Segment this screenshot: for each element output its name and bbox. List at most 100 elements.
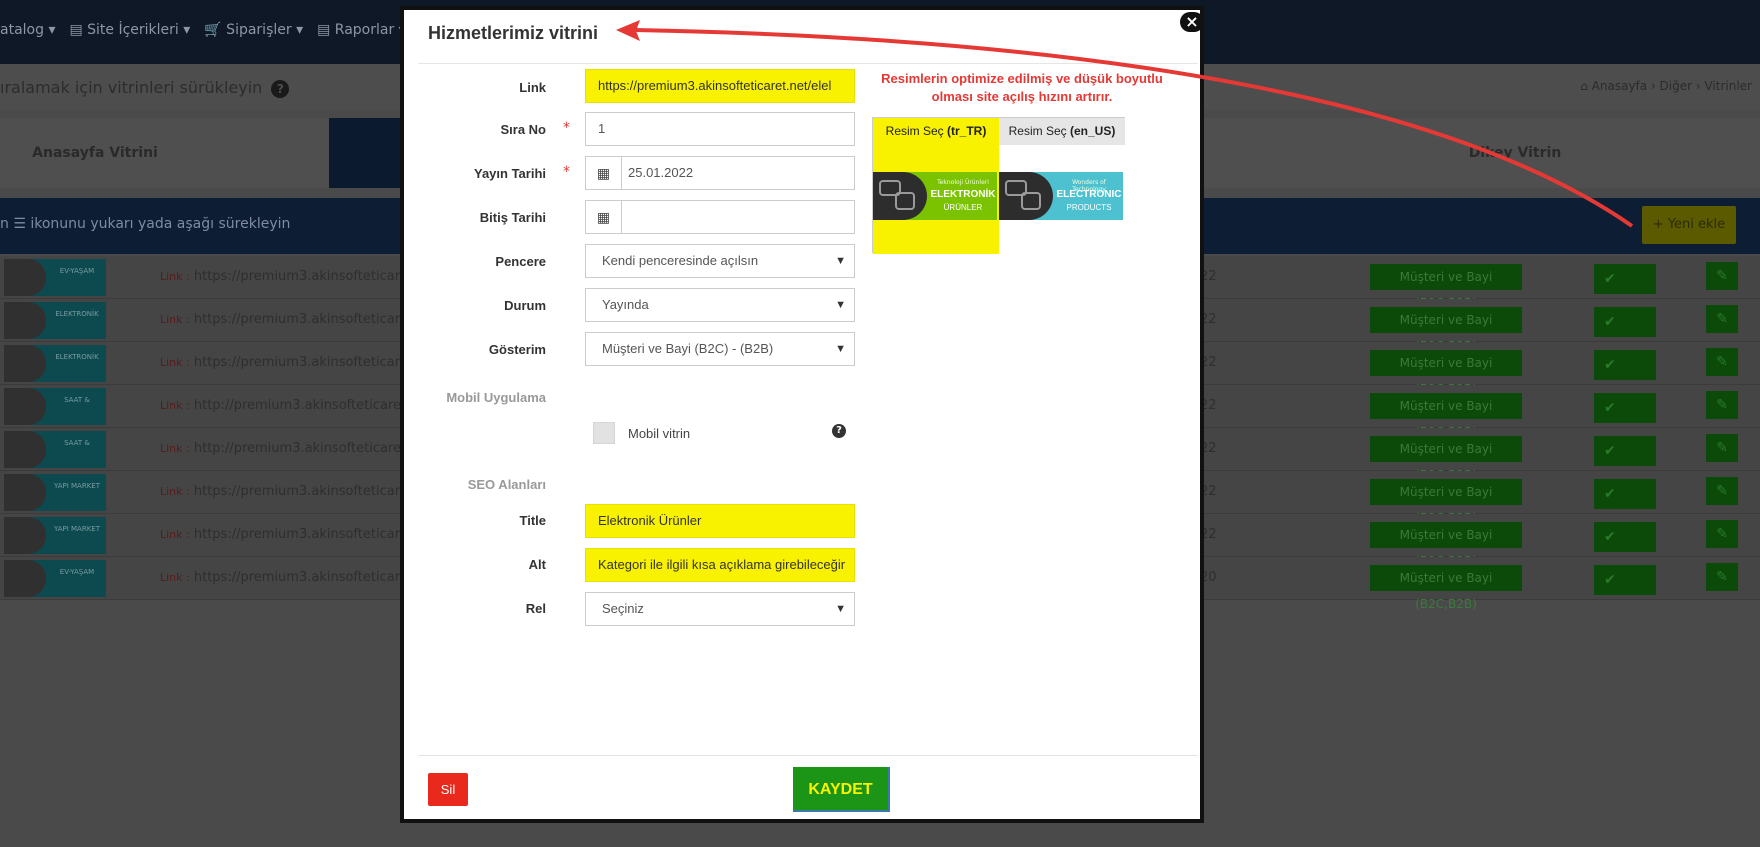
pencil-icon: ✎	[1716, 483, 1728, 499]
tab-active-showcase[interactable]	[329, 118, 403, 188]
edit-button[interactable]: ✎	[1706, 348, 1738, 376]
link-label: Link	[519, 80, 546, 95]
edit-button[interactable]: ✎	[1706, 563, 1738, 591]
seo-alt-label: Alt	[528, 557, 546, 572]
nav-item-reports[interactable]: ▤ Raporlar ▾	[317, 22, 406, 38]
row-link[interactable]: Link : https://premium3.akinsofteticaret…	[160, 484, 425, 499]
row-link-url[interactable]: https://premium3.akinsofteticaret.n	[194, 355, 425, 370]
row-link[interactable]: Link : https://premium3.akinsofteticaret…	[160, 570, 425, 585]
row-link[interactable]: Link : https://premium3.akinsofteticaret…	[160, 312, 425, 327]
link-input[interactable]: https://premium3.akinsofteticaret.net/el…	[585, 69, 855, 103]
calendar-icon[interactable]: ▦	[586, 201, 622, 233]
breadcrumb[interactable]: ⌂ Anasayfa › Diğer › Vitrinler	[1580, 79, 1752, 93]
nav-item-site-contents[interactable]: ▤ Site İçerikleri ▾	[69, 22, 190, 38]
row-link[interactable]: Link : http://premium3.akinsofteticaret.…	[160, 441, 426, 456]
publish-date-field[interactable]: ▦ 25.01.2022	[585, 156, 855, 190]
pencil-icon: ✎	[1716, 311, 1728, 327]
row-thumbnail: EV-YAŞAM	[4, 560, 106, 597]
check-icon: ✔	[1604, 400, 1616, 416]
publish-date-value[interactable]: 25.01.2022	[622, 165, 693, 180]
mobile-showcase-label[interactable]: Mobil vitrin	[628, 426, 690, 441]
edit-button[interactable]: ✎	[1706, 520, 1738, 548]
edit-button[interactable]: ✎	[1706, 305, 1738, 333]
row-link[interactable]: Link : https://premium3.akinsofteticaret…	[160, 269, 425, 284]
active-toggle[interactable]: ✔	[1594, 307, 1656, 337]
pencil-icon: ✎	[1716, 354, 1728, 370]
image-tab-en-label[interactable]: Resim Seç (en_US)	[999, 118, 1125, 145]
end-date-value[interactable]	[622, 209, 628, 224]
thumbnail-photo	[4, 431, 46, 468]
row-link-url[interactable]: https://premium3.akinsofteticaret.n	[194, 570, 425, 585]
end-date-field[interactable]: ▦	[585, 200, 855, 234]
active-toggle[interactable]: ✔	[1594, 522, 1656, 552]
display-select[interactable]: Müşteri ve Bayi (B2C) - (B2B) ▼	[585, 332, 855, 366]
nav-item-catalog[interactable]: atalog ▾	[0, 22, 55, 38]
required-mark: *	[563, 120, 570, 136]
row-link[interactable]: Link : https://premium3.akinsofteticaret…	[160, 527, 425, 542]
mobile-showcase-checkbox[interactable]	[593, 422, 615, 444]
row-link-url[interactable]: https://premium3.akinsofteticaret.n	[194, 269, 425, 284]
thumbnail-title: ELEKTRONİK	[55, 353, 99, 361]
calendar-icon[interactable]: ▦	[586, 157, 622, 189]
thumbnail-photo	[4, 517, 46, 554]
edit-button[interactable]: ✎	[1706, 434, 1738, 462]
close-icon[interactable]: ×	[1180, 12, 1204, 32]
check-icon: ✔	[1604, 486, 1616, 502]
status-select[interactable]: Yayında ▼	[585, 288, 855, 322]
row-link-url[interactable]: https://premium3.akinsofteticaret.n	[194, 484, 425, 499]
image-tab-tr-label[interactable]: Resim Seç (tr_TR)	[873, 118, 999, 145]
delete-button[interactable]: Sil	[428, 773, 468, 806]
check-icon: ✔	[1604, 314, 1616, 330]
thumbnail-title: YAPI MARKET	[53, 482, 100, 490]
order-input[interactable]: 1	[585, 112, 855, 146]
row-link-url[interactable]: https://premium3.akinsofteticaret.n	[194, 527, 425, 542]
edit-button[interactable]: ✎	[1706, 477, 1738, 505]
active-toggle[interactable]: ✔	[1594, 565, 1656, 595]
row-link-url[interactable]: http://premium3.akinsofteticaret.ne	[194, 441, 427, 456]
edit-button[interactable]: ✎	[1706, 391, 1738, 419]
image-thumbnail-tr[interactable]: Teknoloji Ürünleri ELEKTRONİK ÜRÜNLER	[873, 172, 997, 220]
image-tab-tr[interactable]: Resim Seç (tr_TR) Teknoloji Ürünleri ELE…	[873, 118, 999, 254]
row-link-url[interactable]: https://premium3.akinsofteticaret.n	[194, 312, 425, 327]
image-tab-en[interactable]: Resim Seç (en_US) Wonders of Technology …	[999, 118, 1125, 254]
row-link-label: Link :	[160, 356, 190, 369]
image-thumbnail-en[interactable]: Wonders of Technology ELECTRONIC PRODUCT…	[999, 172, 1123, 220]
chevron-down-icon: ▼	[835, 255, 846, 267]
active-toggle[interactable]: ✔	[1594, 479, 1656, 509]
seo-alt-input[interactable]: Kategori ile ilgili kısa açıklama girebi…	[585, 548, 855, 582]
help-icon[interactable]: ?	[832, 424, 846, 438]
tab-homepage-showcase[interactable]: Anasayfa Vitrini	[0, 118, 190, 188]
pencil-icon: ✎	[1716, 526, 1728, 542]
tab-label-prefix: Resim Seç	[885, 124, 948, 138]
top-nav-menu: atalog ▾ ▤ Site İçerikleri ▾ 🛒 Siparişle…	[0, 22, 451, 38]
seo-rel-select[interactable]: Seçiniz ▼	[585, 592, 855, 626]
edit-button[interactable]: ✎	[1706, 262, 1738, 290]
row-link-url[interactable]: http://premium3.akinsofteticaret.ne	[194, 398, 427, 413]
active-toggle[interactable]: ✔	[1594, 350, 1656, 380]
chevron-down-icon: ▼	[835, 603, 846, 615]
check-icon: ✔	[1604, 357, 1616, 373]
image-optimization-note: Resimlerin optimize edilmiş ve düşük boy…	[881, 71, 1163, 104]
row-link-label: Link :	[160, 571, 190, 584]
add-new-button[interactable]: + Yeni ekle	[1642, 206, 1736, 244]
row-link[interactable]: Link : https://premium3.akinsofteticaret…	[160, 355, 425, 370]
active-toggle[interactable]: ✔	[1594, 393, 1656, 423]
thumbnail-photo	[4, 302, 46, 339]
seo-title-input[interactable]: Elektronik Ürünler	[585, 504, 855, 538]
window-select[interactable]: Kendi penceresinde açılsın ▼	[585, 244, 855, 278]
thumb-title: ELEKTRONİK	[930, 189, 996, 200]
save-button[interactable]: KAYDET	[793, 767, 890, 812]
nav-item-orders[interactable]: 🛒 Siparişler ▾	[204, 22, 303, 38]
status-badge: Müşteri ve Bayi (B2C,B2B)	[1370, 350, 1522, 396]
pencil-icon: ✎	[1716, 268, 1728, 284]
header-divider	[418, 63, 1198, 64]
status-badge: Müşteri ve Bayi (B2C,B2B)	[1370, 264, 1522, 310]
active-toggle[interactable]: ✔	[1594, 436, 1656, 466]
tab-locale: (en_US)	[1070, 124, 1116, 138]
row-thumbnail: YAPI MARKET	[4, 517, 106, 554]
thumb-subtitle: PRODUCTS	[1066, 203, 1112, 212]
active-toggle[interactable]: ✔	[1594, 264, 1656, 294]
thumbnail-title: EV-YAŞAM	[59, 267, 95, 275]
tab-vertical-showcase[interactable]: Dikey Vitrin	[1275, 118, 1755, 188]
row-link[interactable]: Link : http://premium3.akinsofteticaret.…	[160, 398, 426, 413]
